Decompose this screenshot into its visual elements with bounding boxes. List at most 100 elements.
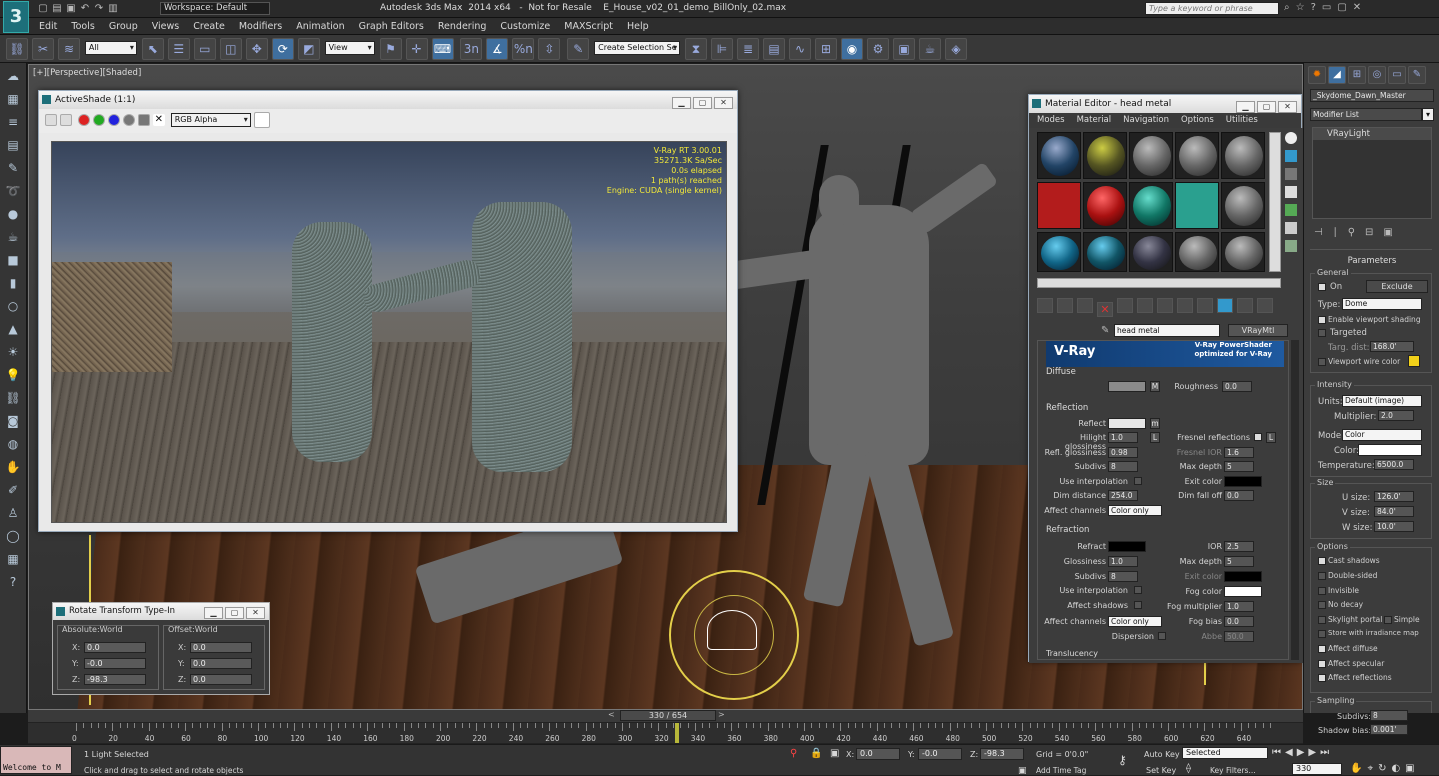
layers-icon[interactable]: ≡	[3, 113, 23, 132]
object-name-input[interactable]: _Skydome_Dawn_Master	[1310, 89, 1434, 102]
set-key-button[interactable]: Set Key	[1146, 766, 1176, 775]
menu-maxscript[interactable]: MAXScript	[557, 18, 620, 35]
move-icon[interactable]: ✥	[245, 38, 268, 60]
abs-y-input[interactable]: -0.0	[84, 658, 146, 669]
opt-checkbox-8[interactable]	[1318, 674, 1326, 682]
sample-slot[interactable]	[1083, 232, 1127, 272]
put-to-scene-icon[interactable]	[1057, 298, 1073, 313]
globe-icon[interactable]: ◍	[3, 435, 23, 454]
me-menu-material[interactable]: Material	[1077, 115, 1112, 125]
stack-item-vraylight[interactable]: VRayLight	[1313, 128, 1431, 140]
wire-color-swatch[interactable]	[1408, 355, 1420, 367]
copy-image-icon[interactable]	[60, 114, 72, 126]
menu-edit[interactable]: Edit	[32, 18, 64, 35]
torus-icon[interactable]: ○	[3, 297, 23, 316]
menu-graph-editors[interactable]: Graph Editors	[352, 18, 431, 35]
bind-space-warp-icon[interactable]: ≋	[58, 38, 80, 60]
x-coord-input[interactable]: 0.0	[856, 748, 900, 760]
activeshade-titlebar[interactable]: ActiveShade (1:1) ▁ ▢ ✕	[39, 91, 737, 109]
link-chain-icon[interactable]: ⛓	[3, 389, 23, 408]
isolate-icon[interactable]: ⚲	[790, 748, 797, 759]
curve-editor-icon[interactable]: ∿	[789, 38, 811, 60]
options-icon[interactable]	[1285, 240, 1297, 252]
brush-icon[interactable]: ✎	[3, 159, 23, 178]
reflect-map-button[interactable]: m	[1150, 418, 1160, 429]
project-folder-icon[interactable]: ▥	[106, 2, 120, 16]
teapot-icon[interactable]: ☕	[3, 228, 23, 247]
app-logo[interactable]: 3	[3, 1, 29, 33]
select-object-icon[interactable]: ⬉	[141, 38, 164, 60]
align-icon[interactable]: ⊫	[711, 38, 733, 60]
targ-dist-input[interactable]: 168.0'	[1370, 341, 1414, 352]
light-color-swatch[interactable]	[1358, 444, 1422, 456]
me-menu-options[interactable]: Options	[1181, 115, 1214, 125]
keyboard-shortcut-icon[interactable]: ⌨	[431, 38, 454, 60]
sample-slot[interactable]	[1037, 232, 1081, 272]
reset-map-icon[interactable]: ✕	[1097, 302, 1113, 317]
off-y-input[interactable]: 0.0	[190, 658, 252, 669]
current-frame-input[interactable]: 330	[1292, 763, 1342, 775]
refr-gloss-input[interactable]: 1.0	[1108, 556, 1138, 567]
me-menu-navigation[interactable]: Navigation	[1123, 115, 1169, 125]
sample-slot[interactable]	[1037, 182, 1081, 229]
rect-region-icon[interactable]: ▭	[193, 38, 216, 60]
auto-key-button[interactable]: Auto Key	[1144, 750, 1180, 759]
display-tab-icon[interactable]: ▭	[1388, 66, 1406, 84]
reflect-color-swatch[interactable]	[1108, 418, 1146, 429]
menu-group[interactable]: Group	[102, 18, 145, 35]
infocenter-icons[interactable]: ⌕☆?▭▢✕	[1284, 2, 1367, 13]
maximize-button[interactable]: ▢	[693, 97, 712, 109]
redo-icon[interactable]: ↷	[92, 2, 106, 16]
lock-icon[interactable]: 🔒	[810, 748, 822, 759]
opt-checkbox-5[interactable]	[1318, 630, 1326, 638]
snap-toggle-icon[interactable]: 3n	[460, 38, 483, 60]
track-bar[interactable]: 0 20 40 60 80 100 120 140 160 180 200 220 240 260 280 3…	[28, 722, 1303, 744]
prev-frame-icon[interactable]: <	[608, 710, 615, 719]
color-swatch[interactable]	[253, 112, 270, 128]
cloud-icon[interactable]: ☁	[3, 67, 23, 86]
menu-views[interactable]: Views	[145, 18, 187, 35]
me-menu-utilities[interactable]: Utilities	[1226, 115, 1258, 125]
channel-dropdown[interactable]: RGB Alpha	[170, 113, 251, 127]
ref-coord-dropdown[interactable]: View	[324, 41, 375, 55]
roughness-input[interactable]: 0.0	[1222, 381, 1252, 392]
lasso-icon[interactable]: ➰	[3, 182, 23, 201]
affect-shadows-checkbox[interactable]	[1134, 601, 1142, 609]
render-setup-icon[interactable]: ⚙	[867, 38, 889, 60]
sample-type-icon[interactable]	[1285, 132, 1297, 144]
sample-slot[interactable]	[1083, 182, 1127, 229]
search-input[interactable]: Type a keyword or phrase	[1145, 2, 1279, 15]
menu-rendering[interactable]: Rendering	[431, 18, 494, 35]
sample-slot[interactable]	[1129, 132, 1173, 179]
close-button[interactable]: ✕	[246, 607, 265, 619]
hand-icon[interactable]: ✋	[3, 458, 23, 477]
ior-input[interactable]: 2.5	[1224, 541, 1254, 552]
fresnel-ior-input[interactable]: 1.6	[1224, 447, 1254, 458]
sample-slot[interactable]	[1175, 232, 1219, 272]
next-frame-icon[interactable]: >	[718, 710, 725, 719]
stack-tools[interactable]: ⊣∣⚲⊟▣	[1314, 227, 1403, 238]
refract-color-swatch[interactable]	[1108, 541, 1146, 552]
key-mode-icon[interactable]: ⟠	[1186, 763, 1191, 774]
new-file-icon[interactable]: ▢	[36, 2, 50, 16]
sun-icon[interactable]: ☀	[3, 343, 23, 362]
diffuse-map-button[interactable]: M	[1150, 381, 1160, 392]
modify-tab-icon[interactable]: ◢	[1328, 66, 1346, 84]
minimize-button[interactable]: ▁	[1236, 101, 1255, 113]
opt-checkbox-2[interactable]	[1318, 587, 1326, 595]
sample-slots-hscrollbar[interactable]	[1037, 278, 1281, 288]
current-time-marker[interactable]	[674, 723, 679, 743]
manipulate-icon[interactable]: ✛	[405, 38, 428, 60]
refl-use-interp-checkbox[interactable]	[1134, 477, 1142, 485]
named-selection-dropdown[interactable]: Create Selection Se	[594, 41, 681, 55]
abbe-input[interactable]: 50.0	[1224, 631, 1254, 642]
v-size-input[interactable]: 84.0'	[1374, 506, 1414, 517]
sample-slots-scrollbar[interactable]	[1269, 132, 1281, 272]
material-type-button[interactable]: VRayMtl	[1228, 324, 1288, 337]
material-name-input[interactable]: head metal	[1114, 324, 1220, 337]
layer-manager-icon[interactable]: ≣	[737, 38, 759, 60]
render-frame-icon[interactable]: ▣	[893, 38, 915, 60]
video-color-icon[interactable]	[1285, 204, 1297, 216]
get-material-icon[interactable]	[1037, 298, 1053, 313]
abs-x-input[interactable]: 0.0	[84, 642, 146, 653]
